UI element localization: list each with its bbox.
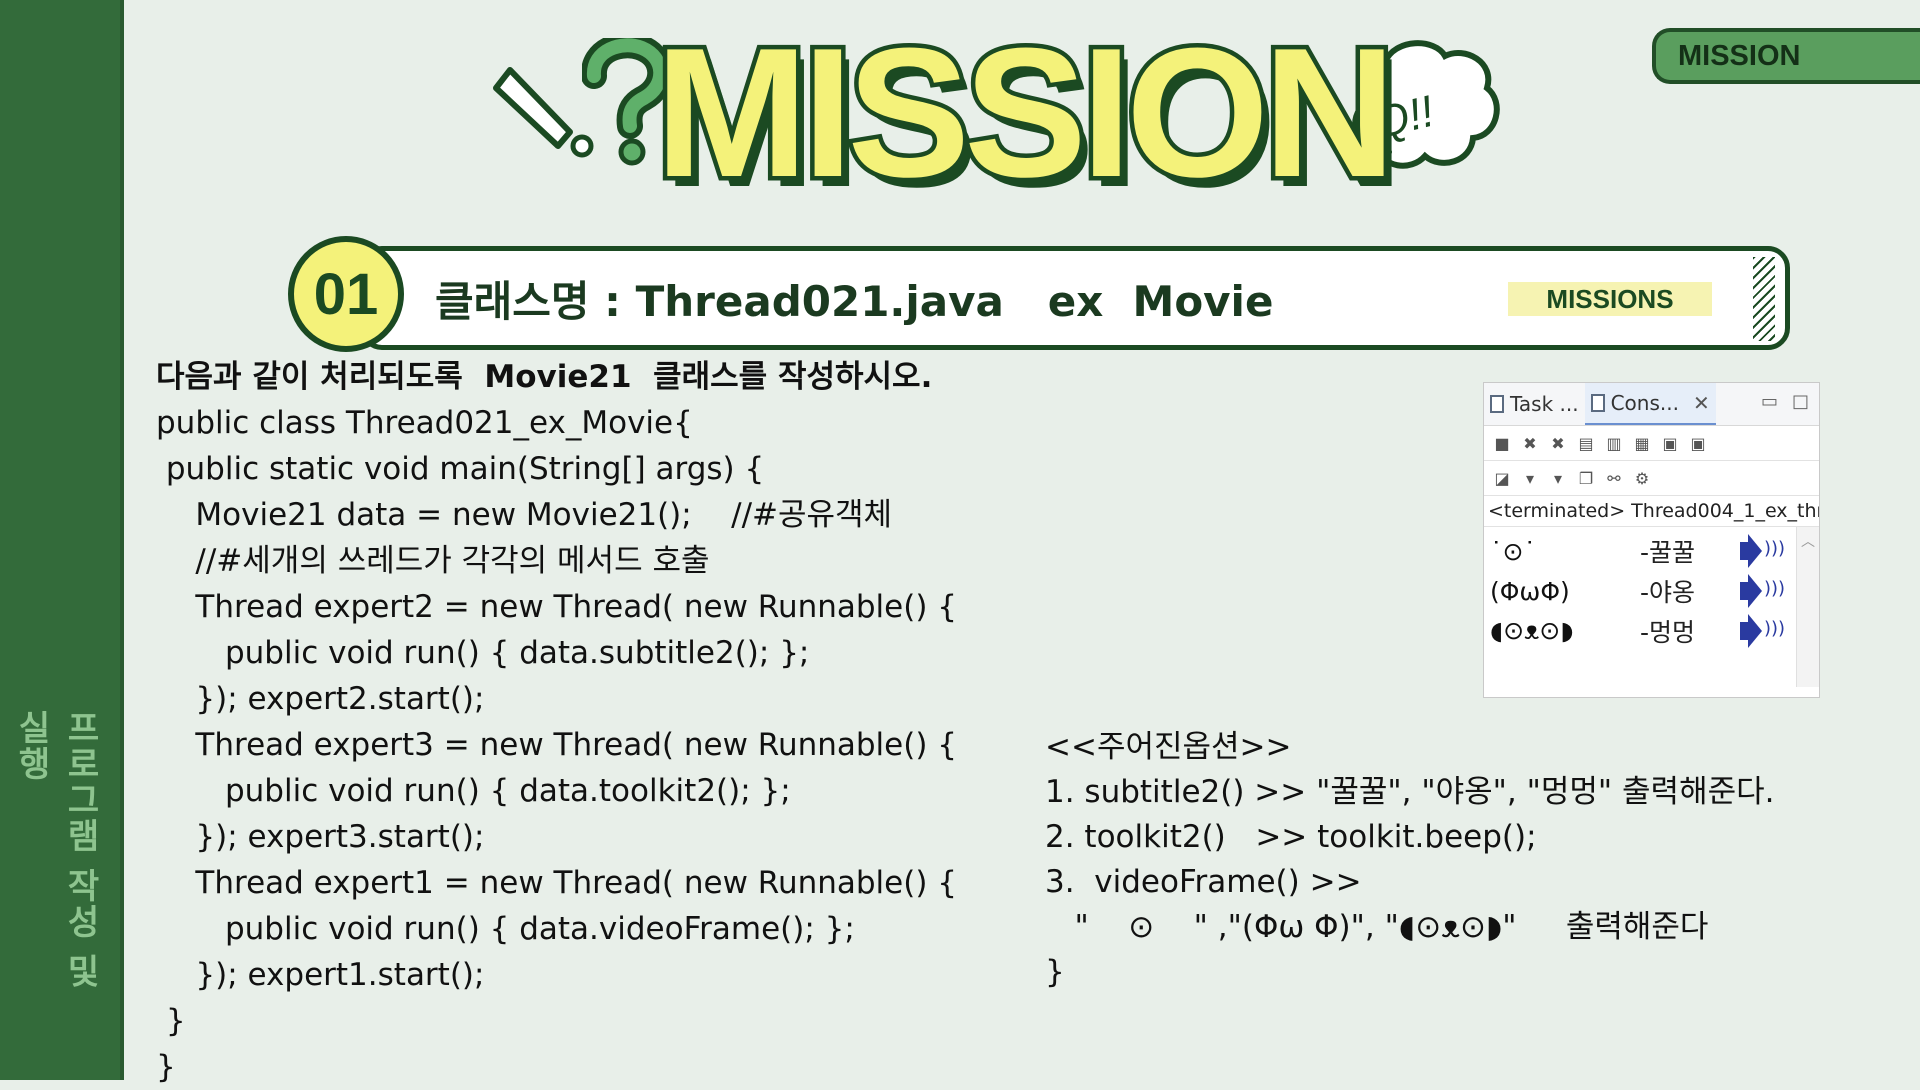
tab-console[interactable]: Cons... ✕	[1584, 383, 1716, 425]
pin-console-icon[interactable]: ◪	[1492, 468, 1512, 488]
terminate-icon[interactable]: ■	[1492, 433, 1512, 453]
top-mission-tag: MISSION	[1652, 28, 1920, 84]
option-line: 3. videoFrame() >>	[1045, 864, 1362, 900]
code-line: public static void main(String[] args) {	[156, 451, 765, 487]
show-on-error-icon[interactable]: ▣	[1688, 433, 1708, 453]
minimize-icon[interactable]: ▭	[1761, 391, 1778, 412]
mission-logo-title: MISSION	[651, 9, 1401, 215]
code-line: }); expert3.start();	[156, 819, 485, 855]
maximize-icon[interactable]: □	[1792, 391, 1809, 412]
speaker-icon: )))	[1740, 614, 1785, 648]
remove-all-icon[interactable]: ✖	[1548, 433, 1568, 453]
copy-icon[interactable]: ❐	[1576, 468, 1596, 488]
output-sound: -멍멍	[1640, 618, 1696, 647]
console-panel: Task ... Cons... ✕ ▭ □ ■ ✖ ✖ ▤ ▥ ▦ ▣ ▣ ◪…	[1483, 382, 1820, 698]
speaker-icon: )))	[1740, 534, 1785, 568]
mission-number-badge: 01	[288, 236, 404, 352]
clear-console-icon[interactable]: ▤	[1576, 433, 1596, 453]
code-line: Thread expert3 = new Thread( new Runnabl…	[156, 727, 958, 763]
hatch-decoration	[1753, 257, 1775, 341]
code-line: public void run() { data.subtitle2(); };	[156, 635, 810, 671]
console-scrollbar[interactable]: ︿	[1796, 527, 1819, 687]
code-block: 다음과 같이 처리되도록 Movie21 클래스를 작성하시오. public …	[156, 354, 957, 1090]
console-toolbar: ■ ✖ ✖ ▤ ▥ ▦ ▣ ▣	[1484, 426, 1819, 461]
option-line: 1. subtitle2() >> "꿀꿀", "야옹", "멍멍" 출력해준다…	[1045, 774, 1775, 810]
code-line: public void run() { data.videoFrame(); }…	[156, 911, 855, 947]
console-status: <terminated> Thread004_1_ex_thr	[1484, 496, 1819, 527]
console-output: ˙⊙˙ -꿀꿀 ))) (ΦωΦ) -야옹 ))) ◖⊙ᴥ⊙◗ -멍멍 ))) …	[1484, 527, 1819, 687]
close-icon[interactable]: ✕	[1693, 391, 1710, 415]
code-line: Movie21 data = new Movie21(); //#공유객체	[156, 497, 893, 533]
window-controls: ▭ □	[1761, 391, 1809, 412]
speaker-icon: )))	[1740, 574, 1785, 608]
link-icon[interactable]: ⚯	[1604, 468, 1624, 488]
console-row: ◖⊙ᴥ⊙◗ -멍멍 )))	[1490, 613, 1790, 649]
open-console-icon[interactable]: ▾	[1548, 468, 1568, 488]
word-wrap-icon[interactable]: ▦	[1632, 433, 1652, 453]
options-heading: <<주어진옵션>>	[1045, 729, 1292, 765]
output-face: ˙⊙˙	[1490, 536, 1536, 566]
sidebar: 프로그램 작성 및 실행	[0, 0, 124, 1080]
option-line: }	[1045, 954, 1065, 990]
sidebar-label: 프로그램 작성 및 실행	[11, 710, 100, 990]
output-sound: -꿀꿀	[1640, 538, 1696, 567]
console-row: (ΦωΦ) -야옹 )))	[1490, 573, 1790, 609]
output-face: ◖⊙ᴥ⊙◗	[1490, 616, 1574, 645]
option-line: " ⊙ " ,"(Φω Φ)", "◖⊙ᴥ⊙◗" 출력해준다	[1045, 909, 1709, 945]
show-on-output-icon[interactable]: ▣	[1660, 433, 1680, 453]
tab-task-label: Task ...	[1510, 392, 1579, 416]
output-face: (ΦωΦ)	[1490, 576, 1570, 606]
scroll-lock-icon[interactable]: ▥	[1604, 433, 1624, 453]
gear-icon[interactable]: ⚙	[1632, 468, 1652, 488]
code-line: public class Thread021_ex_Movie{	[156, 405, 693, 441]
display-console-icon[interactable]: ▾	[1520, 468, 1540, 488]
code-line: }); expert1.start();	[156, 957, 485, 993]
console-row: ˙⊙˙ -꿀꿀 )))	[1490, 533, 1790, 569]
code-line: Thread expert1 = new Thread( new Runnabl…	[156, 865, 958, 901]
code-line: }); expert2.start();	[156, 681, 485, 717]
tab-task[interactable]: Task ...	[1484, 383, 1585, 425]
tab-console-label: Cons...	[1610, 391, 1679, 415]
output-sound: -야옹	[1640, 578, 1696, 607]
code-line: }	[156, 1003, 186, 1039]
instruction-text: 다음과 같이 처리되도록 Movie21 클래스를 작성하시오.	[156, 359, 933, 395]
console-tab-bar: Task ... Cons... ✕ ▭ □	[1484, 383, 1819, 426]
chevron-up-icon[interactable]: ︿	[1801, 531, 1815, 551]
option-line: 2. toolkit2() >> toolkit.beep();	[1045, 819, 1537, 855]
missions-tag: MISSIONS	[1508, 282, 1712, 316]
code-line: //#세개의 쓰레드가 각각의 메서드 호출	[156, 543, 710, 579]
class-name-title: 클래스명 : Thread021.java ex Movie	[435, 277, 1274, 326]
console-toolbar-2: ◪ ▾ ▾ ❐ ⚯ ⚙	[1484, 461, 1819, 496]
remove-launch-icon[interactable]: ✖	[1520, 433, 1540, 453]
task-icon	[1490, 395, 1504, 413]
options-block: <<주어진옵션>> 1. subtitle2() >> "꿀꿀", "야옹", …	[1045, 725, 1774, 995]
console-icon	[1590, 394, 1605, 412]
code-line: Thread expert2 = new Thread( new Runnabl…	[156, 589, 958, 625]
code-line: }	[156, 1049, 176, 1085]
code-line: public void run() { data.toolkit2(); };	[156, 773, 791, 809]
